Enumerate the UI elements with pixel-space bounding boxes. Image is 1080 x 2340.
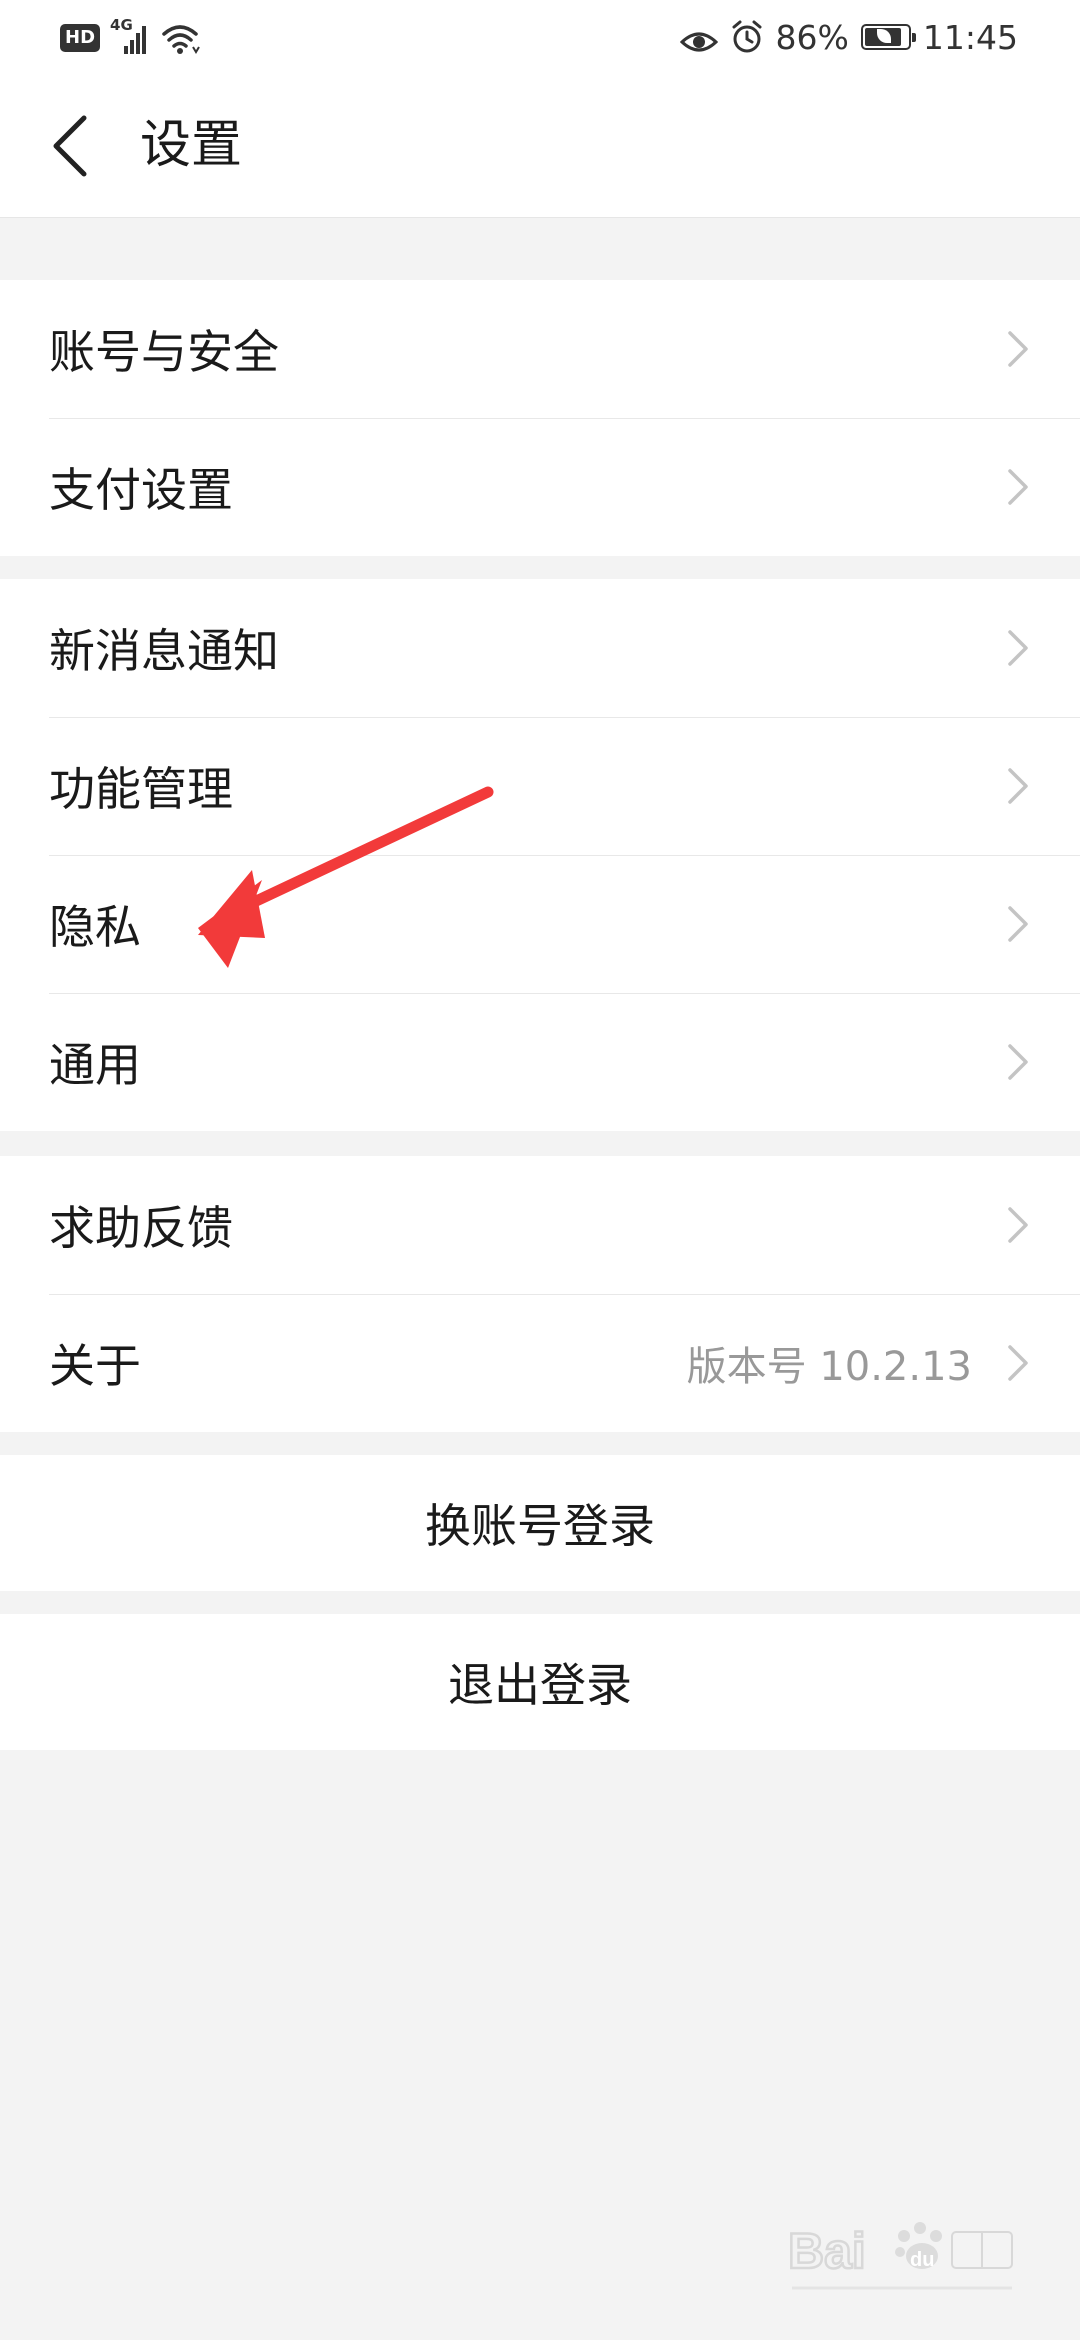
settings-item-label: 账号与安全	[49, 325, 279, 379]
settings-item-feedback[interactable]: 求助反馈	[0, 1156, 1080, 1294]
settings-item-label: 隐私	[49, 900, 141, 954]
settings-item-privacy[interactable]: 隐私	[0, 855, 1080, 993]
eye-icon	[679, 24, 718, 52]
chevron-right-icon	[1008, 331, 1028, 367]
settings-item-account-security[interactable]: 账号与安全	[0, 280, 1080, 418]
battery-percent: 86%	[775, 17, 849, 57]
top-app-bar: 设置	[0, 74, 1080, 218]
status-right: 86% 11:45	[679, 14, 1018, 60]
battery-cap	[911, 33, 916, 42]
svg-text:du: du	[910, 2249, 934, 2271]
chevron-right-icon	[1008, 1044, 1028, 1080]
hd-badge: HD	[60, 24, 101, 52]
battery-icon	[860, 24, 916, 50]
chevron-right-icon	[1008, 768, 1028, 804]
chevron-right-icon	[1008, 1207, 1028, 1243]
signal-icon: 4G	[110, 16, 150, 56]
back-button[interactable]	[30, 106, 110, 186]
settings-item-payment[interactable]: 支付设置	[0, 418, 1080, 556]
alarm-icon	[730, 20, 764, 54]
settings-group-account: 账号与安全 支付设置	[0, 280, 1080, 556]
wifi-icon	[160, 20, 200, 56]
settings-item-general[interactable]: 通用	[0, 993, 1080, 1131]
status-left: HD 4G	[60, 16, 200, 58]
clock: 11:45	[922, 17, 1018, 57]
status-bar: HD 4G 86% 11:45	[0, 0, 1080, 74]
svg-text:Bai: Bai	[788, 2223, 866, 2279]
settings-item-features[interactable]: 功能管理	[0, 717, 1080, 855]
settings-item-label: 关于	[49, 1339, 141, 1393]
settings-item-about[interactable]: 关于 版本号 10.2.13	[0, 1294, 1080, 1432]
chevron-left-icon	[53, 115, 87, 177]
settings-item-notifications[interactable]: 新消息通知	[0, 579, 1080, 717]
chevron-right-icon	[1008, 630, 1028, 666]
settings-group-help: 求助反馈 关于 版本号 10.2.13	[0, 1156, 1080, 1432]
chevron-right-icon	[1008, 1345, 1028, 1381]
settings-group-general: 新消息通知 功能管理 隐私 通用	[0, 579, 1080, 1131]
settings-item-label: 支付设置	[49, 463, 233, 517]
version-label: 版本号 10.2.13	[686, 1344, 972, 1390]
page-title: 设置	[140, 116, 243, 175]
baidu-watermark-logo: Bai du	[787, 2222, 1013, 2290]
settings-item-label: 功能管理	[49, 762, 233, 816]
settings-item-label: 新消息通知	[49, 624, 279, 678]
chevron-right-icon	[1008, 469, 1028, 505]
settings-item-label: 求助反馈	[49, 1201, 233, 1255]
settings-item-label: 通用	[49, 1038, 141, 1092]
logout-button[interactable]: 退出登录	[0, 1614, 1080, 1750]
chevron-right-icon	[1008, 906, 1028, 942]
switch-account-button[interactable]: 换账号登录	[0, 1455, 1080, 1591]
